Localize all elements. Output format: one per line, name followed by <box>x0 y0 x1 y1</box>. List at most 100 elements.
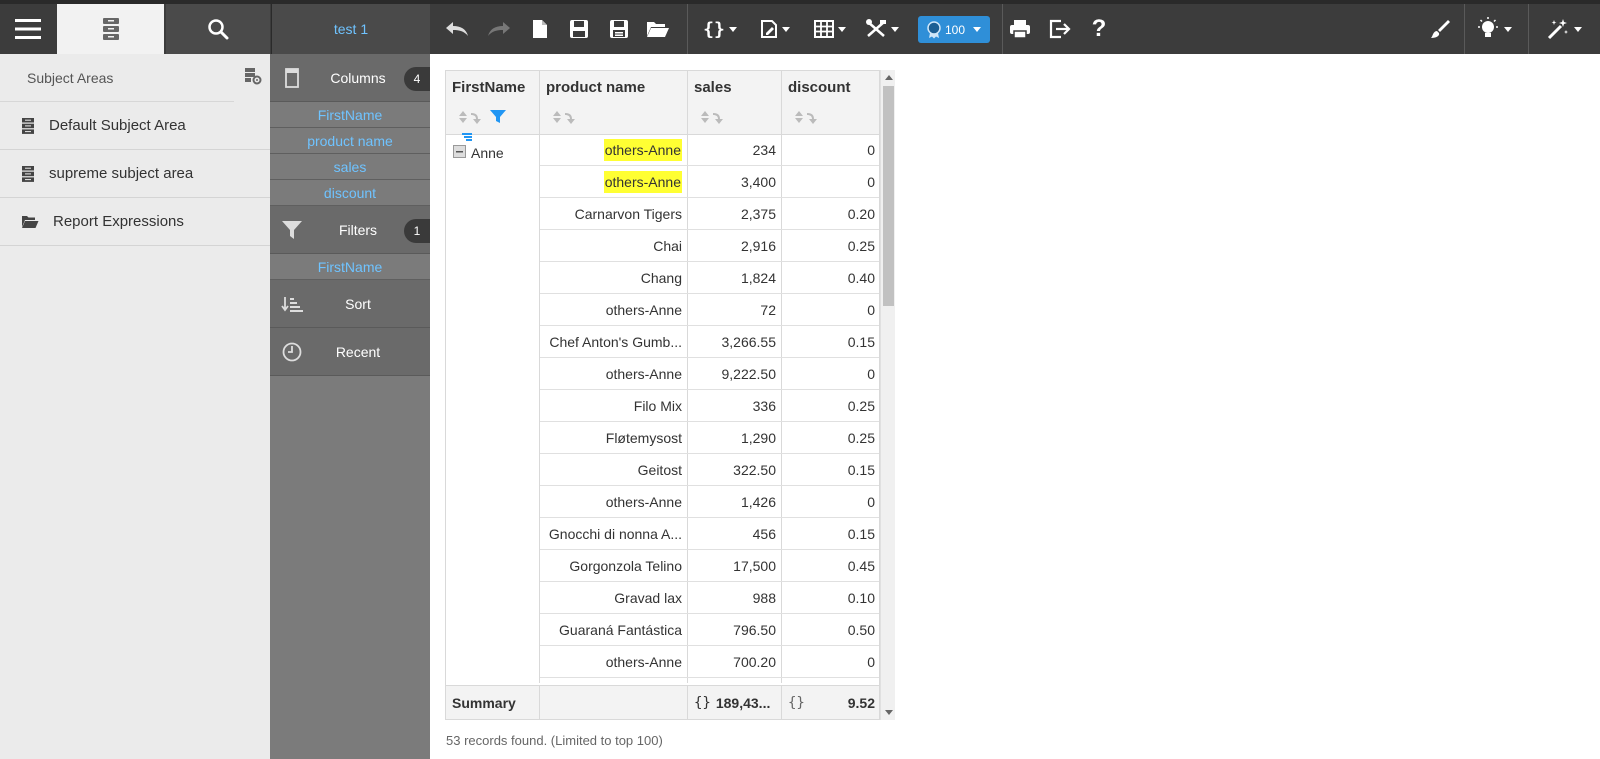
discount-cell[interactable]: 0.45 <box>782 551 879 582</box>
product-name-cell[interactable]: others-Anne <box>540 647 688 678</box>
expressions-menu-button[interactable]: {} <box>700 4 740 54</box>
format-menu-button[interactable] <box>756 4 794 54</box>
sales-cell[interactable]: 796.50 <box>688 615 782 646</box>
header-discount[interactable]: discount <box>782 71 879 135</box>
sales-cell[interactable]: 72 <box>688 295 782 326</box>
sort-toggle[interactable] <box>552 109 582 125</box>
subject-areas-tab[interactable] <box>57 4 164 54</box>
sales-cell[interactable]: 336 <box>688 391 782 422</box>
sales-cell[interactable]: 1,824 <box>688 263 782 294</box>
subject-area-default[interactable]: Default Subject Area <box>0 102 270 150</box>
product-name-cell[interactable]: Carnarvon Tigers <box>540 199 688 230</box>
sales-cell[interactable]: 2,375 <box>688 199 782 230</box>
sales-cell[interactable]: 322.50 <box>688 455 782 486</box>
theme-button[interactable] <box>1422 4 1458 54</box>
sales-cell[interactable]: 2,916 <box>688 231 782 262</box>
sales-cell[interactable]: 700.20 <box>688 647 782 678</box>
redo-button[interactable] <box>482 4 516 54</box>
product-name-cell[interactable]: Gnocchi di nonna A... <box>540 519 688 550</box>
grid-scrollbar[interactable] <box>880 70 895 720</box>
filter-field-firstname[interactable]: FirstName <box>270 254 430 280</box>
wizard-menu-button[interactable] <box>1540 4 1588 54</box>
column-field-firstname[interactable]: FirstName <box>270 102 430 128</box>
header-product-name[interactable]: product name <box>540 71 688 135</box>
sales-cell[interactable]: 9,222.50 <box>688 359 782 390</box>
discount-cell[interactable]: 0 <box>782 167 879 198</box>
product-name-cell[interactable]: Chang <box>540 263 688 294</box>
print-button[interactable] <box>1006 4 1034 54</box>
collapse-icon[interactable] <box>453 145 466 158</box>
product-name-cell[interactable]: others-Anne <box>540 135 688 166</box>
header-sales[interactable]: sales <box>688 71 782 135</box>
save-button[interactable] <box>566 4 592 54</box>
export-button[interactable] <box>1046 4 1074 54</box>
product-name-cell[interactable]: Gravad lax <box>540 583 688 614</box>
discount-cell[interactable]: 0.25 <box>782 391 879 422</box>
product-name-cell[interactable]: Gorgonzola Telino <box>540 551 688 582</box>
sales-cell[interactable]: 1,290 <box>688 423 782 454</box>
sales-cell[interactable]: 3,266.55 <box>688 327 782 358</box>
filter-active-icon[interactable] <box>490 110 506 124</box>
insights-menu-button[interactable] <box>1470 4 1518 54</box>
discount-cell[interactable]: 0 <box>782 295 879 326</box>
hamburger-menu-button[interactable] <box>0 4 56 54</box>
product-name-cell[interactable]: Guaraná Fantástica <box>540 615 688 646</box>
filters-section[interactable]: Filters 1 <box>270 206 430 254</box>
header-firstname[interactable]: FirstName <box>446 71 540 135</box>
product-name-cell[interactable]: others-Anne <box>540 295 688 326</box>
discount-cell[interactable]: 0.15 <box>782 455 879 486</box>
row-limit-button[interactable]: 100 <box>918 16 990 43</box>
product-name-cell[interactable]: Fløtemysost <box>540 423 688 454</box>
sales-cell[interactable]: 3,400 <box>688 167 782 198</box>
scroll-down-arrow-icon[interactable] <box>885 710 893 715</box>
product-name-cell[interactable]: Geitost <box>540 455 688 486</box>
discount-cell[interactable]: 0.25 <box>782 423 879 454</box>
subject-area-settings-button[interactable] <box>244 67 262 88</box>
sales-cell[interactable]: 17,500 <box>688 551 782 582</box>
summary-discount-cell[interactable]: {} 9.52 <box>782 686 879 719</box>
column-field-discount[interactable]: discount <box>270 180 430 206</box>
discount-cell[interactable]: 0 <box>782 647 879 678</box>
product-name-cell[interactable]: others-Anne <box>540 487 688 518</box>
sort-toggle[interactable] <box>700 109 730 125</box>
discount-cell[interactable]: 0.10 <box>782 583 879 614</box>
column-field-product-name[interactable]: product name <box>270 128 430 154</box>
help-button[interactable]: ? <box>1086 4 1112 54</box>
report-expressions-item[interactable]: Report Expressions <box>0 198 270 246</box>
sales-cell[interactable]: 456 <box>688 519 782 550</box>
sales-cell[interactable]: 988 <box>688 583 782 614</box>
columns-section[interactable]: Columns 4 <box>270 54 430 102</box>
discount-cell[interactable]: 0.20 <box>782 199 879 230</box>
discount-cell[interactable]: 0 <box>782 135 879 166</box>
sales-cell[interactable]: 1,426 <box>688 487 782 518</box>
column-field-sales[interactable]: sales <box>270 154 430 180</box>
product-name-cell[interactable]: others-Anne <box>540 167 688 198</box>
product-name-cell[interactable]: Filo Mix <box>540 391 688 422</box>
subject-area-supreme[interactable]: supreme subject area <box>0 150 270 198</box>
discount-cell[interactable]: 0 <box>782 359 879 390</box>
sort-section[interactable]: Sort <box>270 280 430 328</box>
discount-cell[interactable]: 0.40 <box>782 263 879 294</box>
summary-sales-cell[interactable]: {} 189,43... <box>688 686 782 719</box>
search-tab[interactable] <box>166 4 270 54</box>
new-report-button[interactable] <box>527 4 553 54</box>
scroll-thumb[interactable] <box>883 86 894 306</box>
product-name-cell[interactable]: others-Anne <box>540 359 688 390</box>
sort-toggle[interactable] <box>794 109 824 125</box>
report-title[interactable]: test 1 <box>271 4 430 54</box>
table-menu-button[interactable] <box>810 4 850 54</box>
discount-cell[interactable]: 0.50 <box>782 615 879 646</box>
discount-cell[interactable]: 0 <box>782 487 879 518</box>
recent-section[interactable]: Recent <box>270 328 430 376</box>
open-button[interactable] <box>644 4 672 54</box>
discount-cell[interactable]: 0.15 <box>782 519 879 550</box>
sort-toggle[interactable] <box>458 109 506 125</box>
sales-cell[interactable]: 234 <box>688 135 782 166</box>
save-as-button[interactable] <box>606 4 632 54</box>
product-name-cell[interactable]: Chai <box>540 231 688 262</box>
product-name-cell[interactable]: Chef Anton's Gumb... <box>540 327 688 358</box>
discount-cell[interactable]: 0.15 <box>782 327 879 358</box>
undo-button[interactable] <box>440 4 474 54</box>
discount-cell[interactable]: 0.25 <box>782 231 879 262</box>
scroll-up-arrow-icon[interactable] <box>885 75 893 80</box>
